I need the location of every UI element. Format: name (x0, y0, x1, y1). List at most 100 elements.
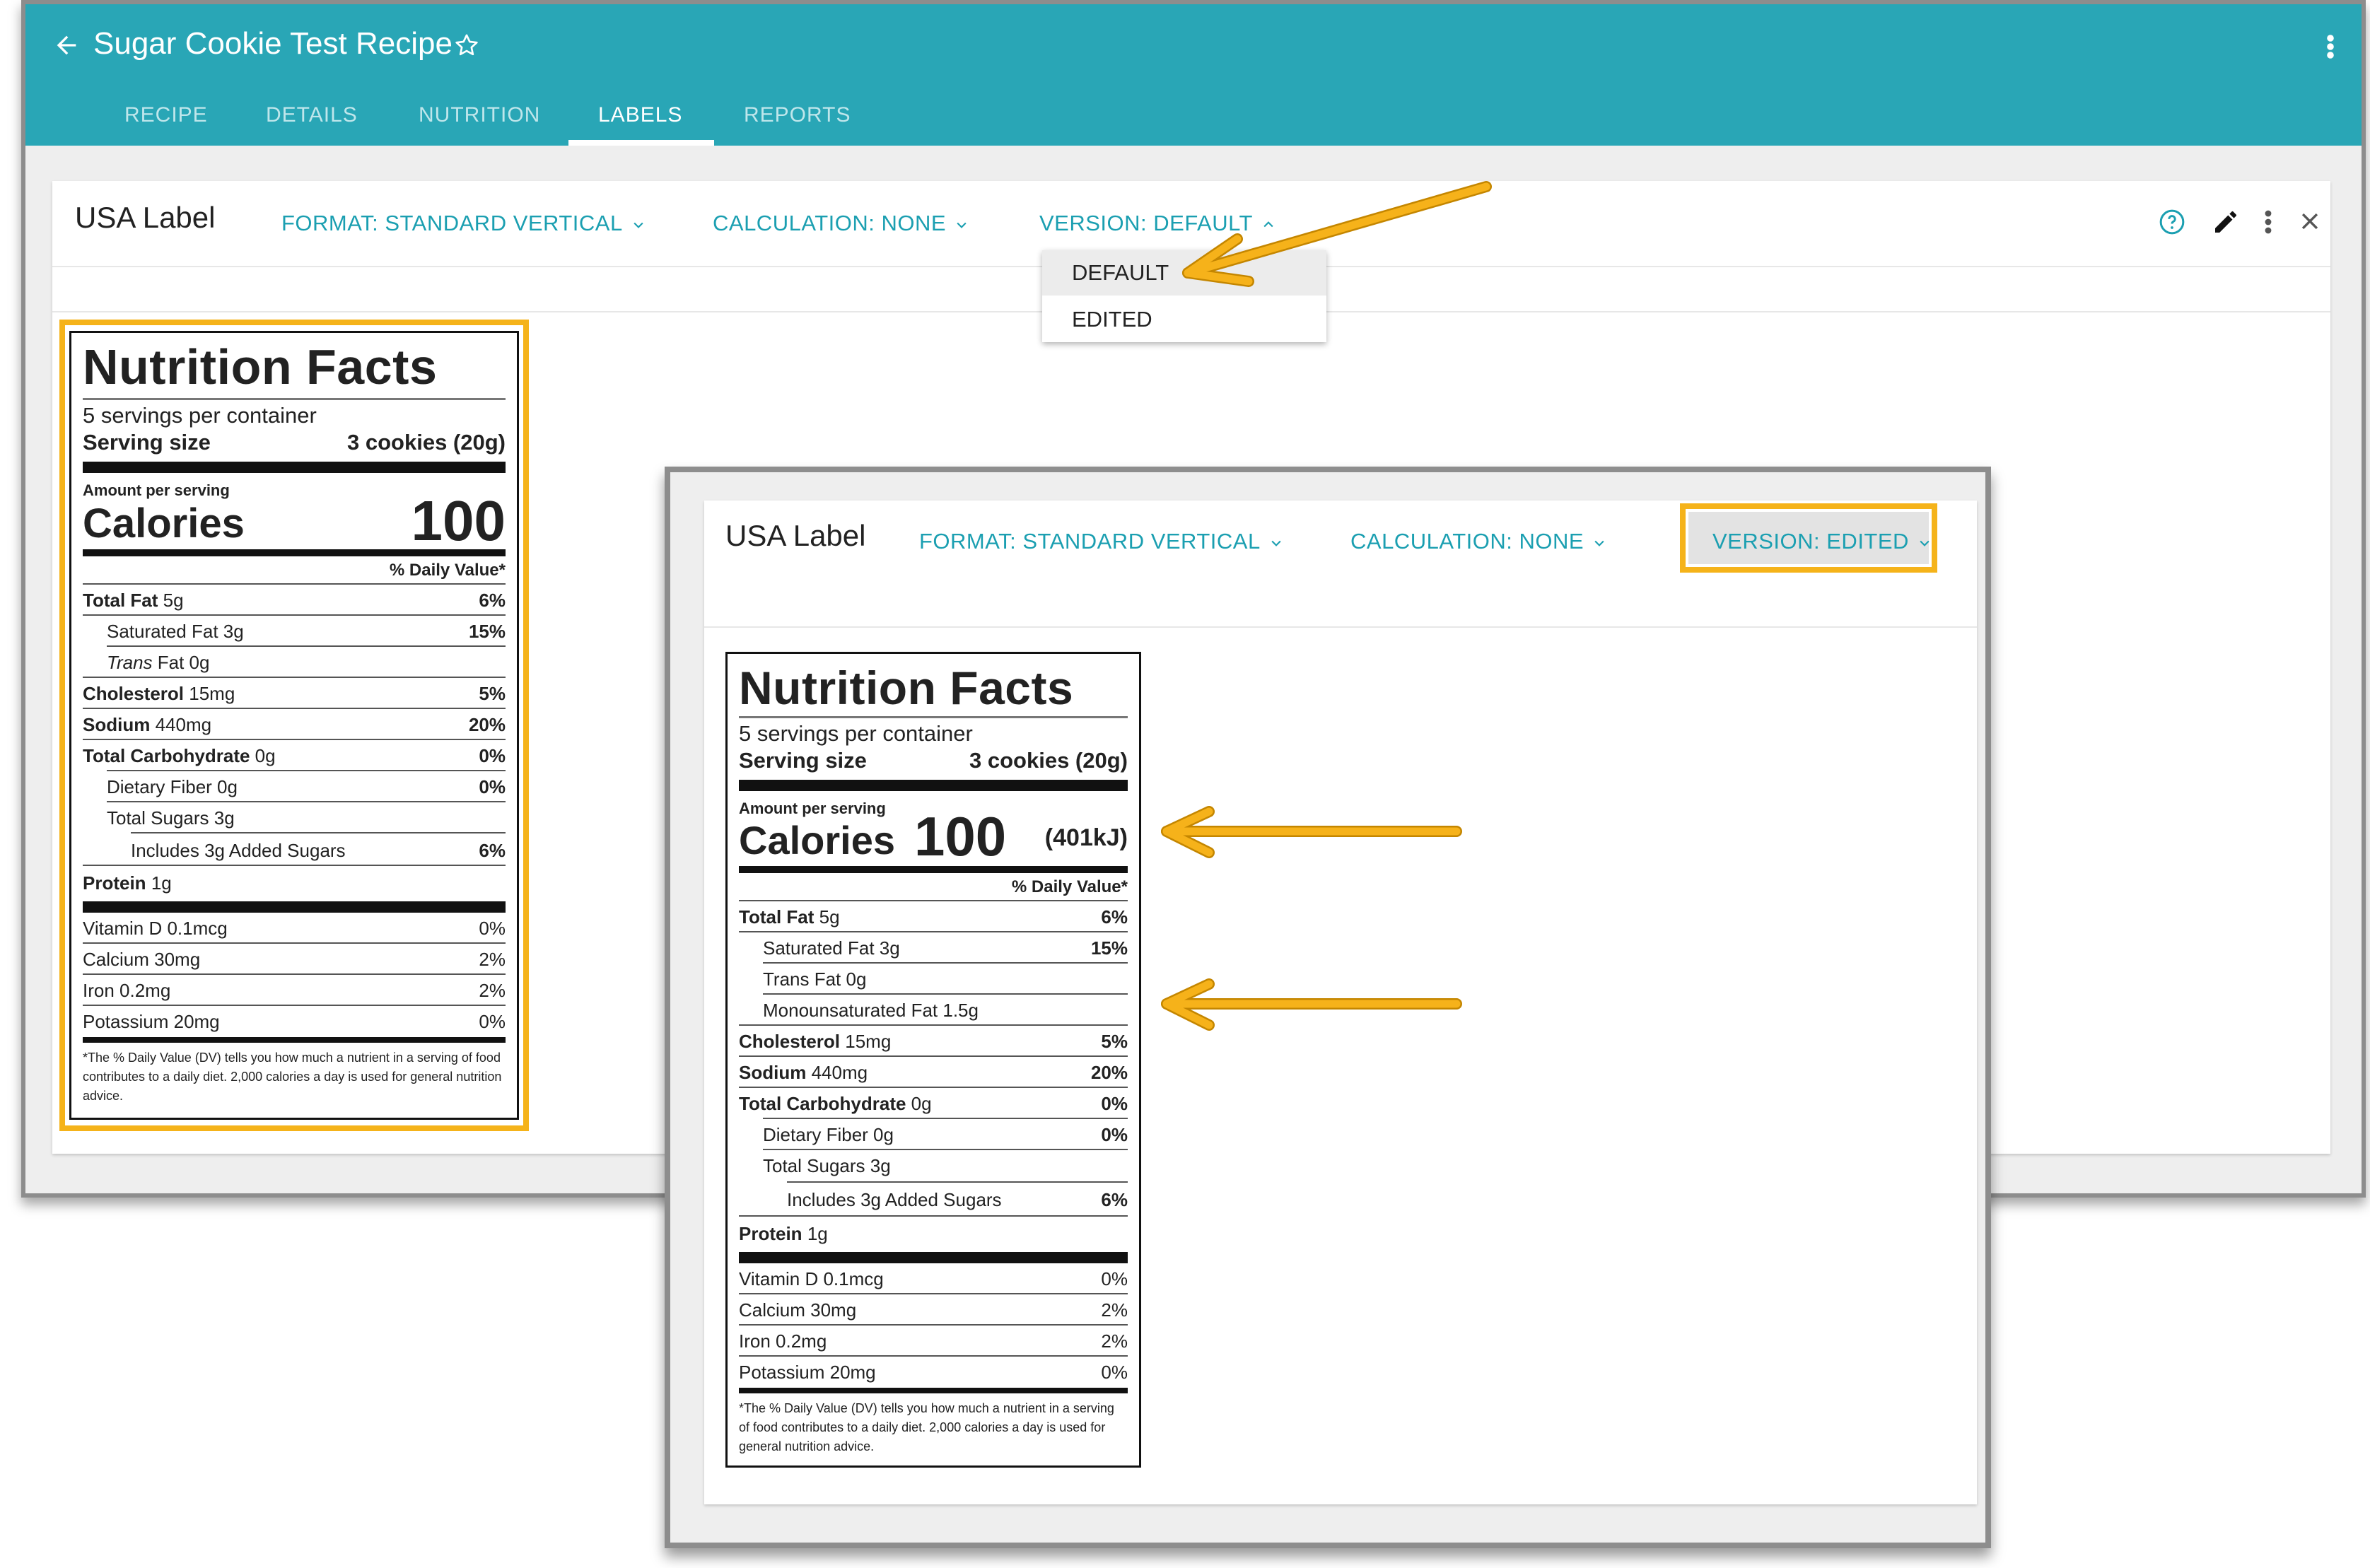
nf-vitd-name: Vitamin D 0.1mcg (83, 918, 228, 939)
nf-thick-rule (739, 780, 1128, 791)
nf-total-fat-amount: 5g (163, 590, 184, 611)
chevron-down-icon (1271, 540, 1281, 546)
more-vert-icon[interactable] (2326, 34, 2335, 59)
nf-potassium-name: Potassium 20mg (83, 1011, 220, 1032)
nf-row-added-sugars: Includes 3g Added Sugars 6% (131, 839, 506, 862)
nf-serving-size: Serving size 3 cookies (20g) (739, 749, 1128, 773)
card-title: USA Label (725, 519, 866, 552)
nf-row-sat-fat: Saturated Fat 3g 15% (763, 937, 1128, 959)
nf-rule (83, 865, 506, 866)
nf-row-sugars: Total Sugars 3g (763, 1155, 891, 1176)
nf-row-total-fat: Total Fat 5g 6% (739, 906, 1128, 928)
nf-total-fat-dv: 6% (1101, 906, 1128, 928)
nf-rule (83, 1005, 506, 1006)
nf-iron-dv: 2% (1101, 1330, 1128, 1352)
nf-thick-rule (739, 1388, 1128, 1393)
nf-fiber-dv: 0% (1101, 1124, 1128, 1145)
pencil-icon[interactable] (2212, 208, 2240, 236)
nf-row-cholesterol: Cholesterol 15mg 5% (739, 1030, 1128, 1053)
nf-rule (763, 1118, 1128, 1119)
nf-calcium-name: Calcium 30mg (83, 949, 201, 970)
nf-footnote: *The % Daily Value (DV) tells you how mu… (739, 1401, 1114, 1453)
nf-sodium-amount: 440mg (155, 714, 212, 735)
close-icon[interactable] (2298, 209, 2322, 233)
version-label: VERSION: EDITED (1712, 529, 1909, 554)
nf-added-name: Includes 3g Added Sugars (131, 840, 346, 861)
nf-trans-fat-amount: Fat 0g (157, 652, 210, 673)
nf-cholesterol-dv: 5% (479, 683, 506, 704)
nf-row-iron: Iron 0.2mg 2% (83, 979, 506, 1002)
chevron-down-icon (1594, 540, 1604, 546)
nf-calories-kj: (401kJ) (1044, 824, 1128, 851)
more-vert-icon[interactable] (2264, 209, 2272, 235)
nf-dv-header: % Daily Value* (1011, 877, 1128, 896)
nf-rule (763, 993, 1128, 995)
tab-nutrition[interactable]: NUTRITION (419, 103, 540, 127)
nf-carb-name: Total Carbohydrate (83, 745, 250, 766)
nf-rule (739, 900, 1128, 901)
nf-calcium-dv: 2% (479, 949, 506, 970)
nf-row-sat-fat: Saturated Fat 3g 15% (107, 620, 506, 643)
nf-vitd-name: Vitamin D 0.1mcg (739, 1268, 884, 1289)
nf-trans-fat-name: Trans (107, 652, 153, 673)
calculation-dropdown[interactable]: CALCULATION: NONE (1350, 529, 1606, 554)
nf-thick-rule (739, 1252, 1128, 1263)
annotation-arrow-calories (1161, 806, 1462, 858)
nf-cholesterol-name: Cholesterol (739, 1031, 841, 1052)
star-outline-icon[interactable] (453, 31, 481, 59)
nutrition-facts-label-default: Nutrition Facts 5 servings per container… (69, 331, 519, 1120)
nf-vitd-dv: 0% (479, 918, 506, 939)
tab-labels[interactable]: LABELS (598, 103, 682, 127)
chevron-down-icon (634, 222, 643, 228)
nf-calories-label: Calories (739, 818, 895, 862)
format-label: FORMAT: STANDARD VERTICAL (919, 529, 1261, 554)
nf-dv-header: % Daily Value* (389, 561, 506, 580)
nf-sodium-name: Sodium (739, 1062, 807, 1083)
nf-rule (107, 770, 506, 771)
nf-potassium-name: Potassium 20mg (739, 1362, 876, 1383)
nf-rule (83, 708, 506, 709)
nf-protein-name: Protein (83, 872, 146, 894)
version-option-edited-label: EDITED (1072, 307, 1152, 332)
nf-total-fat-dv: 6% (479, 590, 506, 611)
nf-iron-dv: 2% (479, 980, 506, 1001)
toolbar-divider (704, 626, 1977, 628)
tab-reports[interactable]: REPORTS (744, 103, 851, 127)
nf-rule (739, 1215, 1128, 1217)
nf-sat-fat-name: Saturated Fat 3g (107, 621, 244, 642)
nf-protein-name: Protein (739, 1223, 802, 1244)
nf-serving-size-value: 3 cookies (20g) (969, 748, 1128, 773)
nf-rule (763, 1149, 1128, 1150)
nf-rule (739, 716, 1128, 718)
nf-sodium-name: Sodium (83, 714, 151, 735)
nf-row-sugars: Total Sugars 3g (107, 807, 235, 829)
version-dropdown[interactable]: VERSION: EDITED (1712, 529, 1932, 554)
version-option-edited[interactable]: EDITED (1042, 297, 1326, 342)
nf-added-name: Includes 3g Added Sugars (787, 1189, 1002, 1210)
nf-potassium-dv: 0% (1101, 1362, 1128, 1383)
nf-rule (83, 614, 506, 616)
nf-sodium-dv: 20% (468, 714, 506, 735)
format-dropdown[interactable]: FORMAT: STANDARD VERTICAL (281, 211, 646, 236)
nf-added-dv: 6% (479, 840, 506, 861)
nf-row-vitamin-d: Vitamin D 0.1mcg 0% (739, 1268, 1128, 1290)
nf-rule (107, 801, 506, 802)
nf-footnote: *The % Daily Value (DV) tells you how mu… (83, 1051, 502, 1103)
nf-rule (739, 1087, 1128, 1088)
nf-cholesterol-dv: 5% (1101, 1031, 1128, 1052)
nf-sat-fat-name: Saturated Fat 3g (763, 937, 900, 959)
back-arrow-icon[interactable] (52, 31, 81, 59)
version-option-default-label: DEFAULT (1072, 260, 1169, 285)
nf-rule (83, 583, 506, 585)
tab-details[interactable]: DETAILS (266, 103, 358, 127)
nf-rule (763, 962, 1128, 964)
nf-vitd-dv: 0% (1101, 1268, 1128, 1289)
format-dropdown[interactable]: FORMAT: STANDARD VERTICAL (919, 529, 1283, 554)
calculation-dropdown[interactable]: CALCULATION: NONE (713, 211, 969, 236)
nf-servings: 5 servings per container (739, 721, 973, 746)
help-circle-icon[interactable] (2158, 208, 2186, 236)
nf-serving-size-label: Serving size (739, 748, 867, 773)
nf-iron-name: Iron 0.2mg (739, 1330, 827, 1352)
tab-recipe[interactable]: RECIPE (124, 103, 208, 127)
nf-row-protein: Protein 1g (739, 1222, 1128, 1245)
